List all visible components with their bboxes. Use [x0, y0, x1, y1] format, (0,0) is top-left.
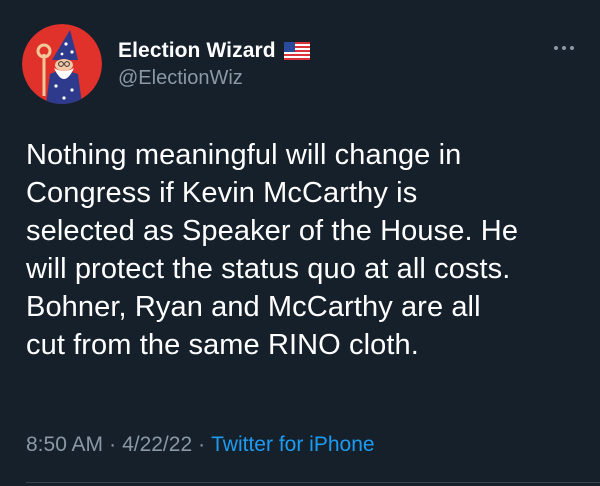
tweet-text-line: Bohner, Ryan and McCarthy are all [26, 291, 481, 323]
tweet-text-line: cut from the same RINO cloth. [26, 329, 419, 361]
tweet-time[interactable]: 8:50 AM [26, 433, 103, 457]
tweet-date[interactable]: 4/22/22 [122, 433, 192, 457]
wizard-avatar-icon[interactable] [22, 24, 102, 104]
tweet-meta: 8:50 AM · 4/22/22 · Twitter for iPhone [26, 433, 375, 457]
tweet-card: Election Wizard @ElectionWiz Nothing mea… [0, 0, 600, 486]
more-dot [562, 46, 566, 50]
tweet-source-link[interactable]: Twitter for iPhone [211, 433, 374, 457]
tweet-text-line: Nothing meaningful will change in [26, 139, 462, 171]
tweet-text: Nothing meaningful will change in Congre… [26, 136, 592, 364]
meta-separator: · [198, 433, 206, 456]
author-handle[interactable]: @ElectionWiz [118, 67, 243, 90]
meta-separator: · [109, 433, 117, 456]
tweet-text-line: Congress if Kevin McCarthy is [26, 177, 418, 209]
tweet-text-line: will protect the status quo at all costs… [26, 253, 511, 285]
more-dot [570, 46, 574, 50]
author-display-name[interactable]: Election Wizard [118, 39, 276, 63]
divider [26, 482, 600, 483]
author-name-row: Election Wizard [118, 38, 310, 64]
flag-us-icon [283, 42, 310, 60]
more-options-icon[interactable] [548, 36, 580, 60]
more-dot [554, 46, 558, 50]
tweet-text-line: selected as Speaker of the House. He [26, 215, 519, 247]
